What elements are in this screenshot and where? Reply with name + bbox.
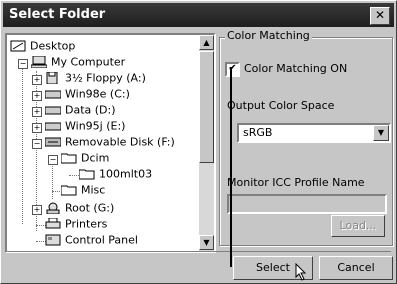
- removable-disk-icon: [45, 137, 61, 147]
- control-panel-icon: [45, 234, 61, 246]
- tree-item-desktop[interactable]: Desktop: [10, 39, 75, 54]
- load-button: Load...: [331, 215, 385, 237]
- folder-icon: [61, 153, 77, 164]
- desktop-icon: [10, 40, 26, 52]
- network-drive-icon: [46, 202, 60, 214]
- select-folder-dialog: Select Folder ✕ Desktop − My Computer + …: [0, 0, 397, 284]
- drive-icon: [45, 106, 61, 115]
- tree-item-control-panel[interactable]: Control Panel: [45, 233, 138, 248]
- title-bar: Select Folder ✕: [3, 3, 394, 27]
- tree-item-floppy[interactable]: 3½ Floppy (A:): [45, 71, 146, 86]
- expand-floppy[interactable]: +: [32, 75, 42, 85]
- collapse-dcim[interactable]: −: [48, 155, 58, 165]
- mouse-cursor-icon: [295, 263, 307, 281]
- tree-item-printers[interactable]: Printers: [45, 217, 107, 232]
- tree-item-drive-f[interactable]: Removable Disk (F:): [45, 135, 175, 150]
- monitor-icc-profile-field: [227, 194, 387, 214]
- tree-line: [22, 59, 23, 224]
- color-matching-checkbox[interactable]: ✔: [225, 62, 240, 77]
- tree-item-misc[interactable]: Misc: [61, 183, 105, 198]
- color-matching-group-title: Color Matching: [225, 29, 312, 42]
- output-color-space-select[interactable]: sRGB ▼: [237, 123, 391, 143]
- divider: [5, 251, 391, 252]
- dialog-title: Select Folder: [9, 7, 106, 22]
- tree-line: [52, 159, 53, 199]
- output-color-space-value: sRGB: [243, 126, 273, 139]
- tree-item-drive-d[interactable]: Data (D:): [45, 103, 116, 118]
- tree-scrollbar[interactable]: ▲ ▼: [199, 35, 214, 251]
- chevron-down-icon[interactable]: ▼: [373, 125, 389, 141]
- drive-icon: [45, 122, 61, 131]
- computer-icon: [31, 56, 47, 68]
- printers-icon: [45, 218, 61, 229]
- expand-drive-c[interactable]: +: [32, 91, 42, 101]
- cancel-button[interactable]: Cancel: [319, 256, 393, 280]
- color-matching-label[interactable]: Color Matching ON: [244, 62, 347, 75]
- folder-tree[interactable]: Desktop − My Computer + 3½ Floppy (A:) +…: [5, 33, 216, 253]
- tree-item-my-computer[interactable]: My Computer: [31, 55, 125, 70]
- tree-item-drive-c[interactable]: Win98e (C:): [45, 87, 130, 102]
- drive-icon: [45, 90, 61, 99]
- scroll-down-arrow-icon[interactable]: ▼: [199, 235, 214, 250]
- collapse-my-computer[interactable]: −: [18, 59, 28, 69]
- scroll-thumb[interactable]: [199, 51, 214, 163]
- tree-line: [69, 175, 79, 176]
- tree-item-dcim[interactable]: Dcim: [61, 151, 109, 166]
- tree-item-drive-e[interactable]: Win95j (E:): [45, 119, 125, 134]
- tree-item-100mlt03[interactable]: 100mlt03: [79, 167, 152, 182]
- close-button[interactable]: ✕: [370, 7, 390, 25]
- tree-item-drive-g[interactable]: Root (G:): [45, 201, 114, 216]
- folder-icon: [79, 169, 95, 180]
- expand-drive-g[interactable]: +: [32, 205, 42, 215]
- scroll-up-arrow-icon[interactable]: ▲: [199, 35, 214, 50]
- expand-drive-e[interactable]: +: [32, 123, 42, 133]
- output-color-space-label: Output Color Space: [227, 99, 335, 112]
- floppy-icon: [46, 72, 58, 84]
- monitor-icc-profile-label: Monitor ICC Profile Name: [227, 176, 365, 189]
- collapse-drive-f[interactable]: −: [32, 139, 42, 149]
- folder-tree-content: Desktop − My Computer + 3½ Floppy (A:) +…: [7, 35, 197, 251]
- callout-line: [230, 67, 232, 267]
- expand-drive-d[interactable]: +: [32, 107, 42, 117]
- folder-icon: [61, 185, 77, 196]
